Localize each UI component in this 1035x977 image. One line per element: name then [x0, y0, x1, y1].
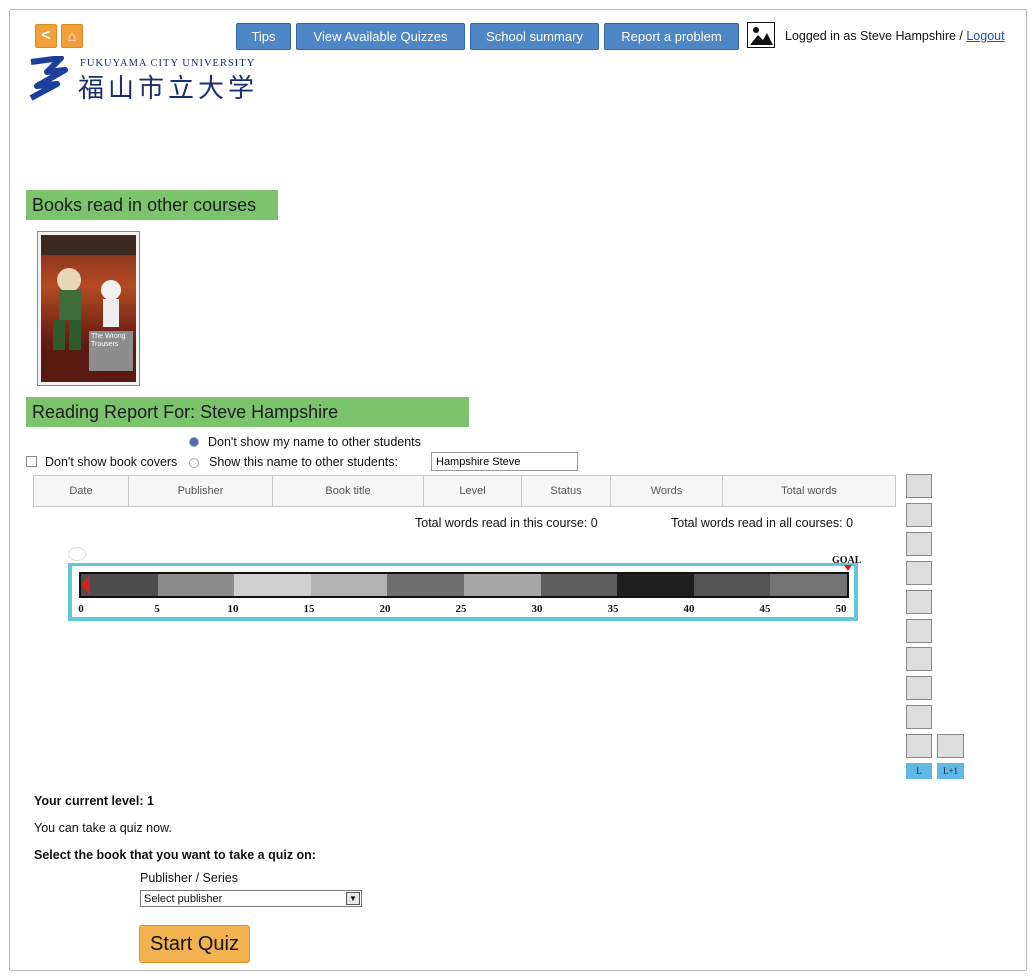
university-name-japanese: 福山市立大学 [78, 74, 259, 104]
select-book-prompt: Select the book that you want to take a … [34, 848, 316, 862]
progress-tick-label: 30 [531, 603, 543, 615]
show-name-label: Show this name to other students: [209, 455, 398, 469]
progress-tick-label: 15 [303, 603, 315, 615]
level-box[interactable] [906, 676, 932, 700]
home-icon: ⌂ [67, 28, 77, 44]
level-box[interactable] [906, 503, 932, 527]
level-box[interactable] [906, 734, 932, 758]
home-button[interactable]: ⌂ [61, 24, 83, 48]
progress-segment [617, 574, 694, 596]
total-words-course: Total words read in this course: 0 [415, 516, 598, 530]
level-box[interactable] [906, 705, 932, 729]
book-cover-image: The Wrong Trousers [41, 235, 136, 382]
progress-segment [387, 574, 464, 596]
hide-name-label: Don't show my name to other students [208, 435, 421, 449]
goal-marker-icon [844, 565, 852, 571]
tips-button[interactable]: Tips [236, 23, 291, 50]
progress-segment [234, 574, 311, 596]
dropdown-arrow-icon[interactable]: ▼ [346, 892, 360, 905]
publisher-select[interactable]: Select publisher ▼ [140, 890, 362, 907]
progress-segment [770, 574, 847, 596]
hide-covers-checkbox[interactable] [26, 456, 37, 467]
column-date[interactable]: Date [34, 476, 129, 506]
view-quizzes-button[interactable]: View Available Quizzes [296, 23, 465, 50]
current-position-marker-icon [81, 575, 90, 595]
user-avatar-icon [747, 22, 775, 48]
column-book-title[interactable]: Book title [273, 476, 424, 506]
progress-segment [693, 574, 771, 596]
progress-tick-label: 45 [759, 603, 771, 615]
progress-segment [310, 574, 388, 596]
hide-name-option[interactable]: Don't show my name to other students [189, 435, 421, 449]
logout-link[interactable]: Logout [966, 29, 1004, 43]
books-other-courses-heading: Books read in other courses [26, 190, 278, 220]
progress-segment [157, 574, 235, 596]
progress-tick-label: 50 [835, 603, 847, 615]
level-tag-next: L+1 [937, 763, 964, 779]
hide-covers-label: Don't show book covers [45, 455, 178, 469]
total-words-all: Total words read in all courses: 0 [671, 516, 854, 530]
progress-segment [463, 574, 541, 596]
level-tag-current: L [906, 763, 932, 779]
level-box[interactable] [906, 619, 932, 643]
book-cover[interactable]: The Wrong Trousers [37, 231, 140, 386]
level-box[interactable] [906, 590, 932, 614]
back-icon: < [41, 27, 51, 44]
progress-tick-label: 35 [607, 603, 619, 615]
progress-segment [540, 574, 618, 596]
university-logo-icon [27, 55, 69, 101]
hide-name-radio[interactable] [189, 437, 199, 447]
column-total-words[interactable]: Total words [723, 476, 895, 506]
current-level-text: Your current level: 1 [34, 794, 154, 808]
progress-tick-label: 5 [154, 603, 160, 615]
logged-in-text: Logged in as Steve Hampshire / [785, 29, 967, 43]
start-quiz-button[interactable]: Start Quiz [139, 925, 250, 963]
progress-tick-label: 40 [683, 603, 695, 615]
book-cover-title: The Wrong Trousers [91, 333, 126, 348]
progress-tick-label: 25 [455, 603, 467, 615]
level-box[interactable] [906, 647, 932, 671]
progress-segment [81, 574, 158, 596]
progress-start-marker [68, 547, 86, 561]
report-table-header: Date Publisher Book title Level Status W… [33, 475, 896, 507]
column-words[interactable]: Words [611, 476, 723, 506]
column-publisher[interactable]: Publisher [129, 476, 273, 506]
publisher-label: Publisher / Series [140, 871, 238, 885]
level-box-next[interactable] [937, 734, 964, 758]
level-box[interactable] [906, 561, 932, 585]
report-problem-button[interactable]: Report a problem [604, 23, 739, 50]
quiz-available-text: You can take a quiz now. [34, 821, 172, 835]
school-summary-button[interactable]: School summary [470, 23, 599, 50]
display-name-input[interactable] [431, 452, 578, 471]
column-level[interactable]: Level [424, 476, 522, 506]
back-button[interactable]: < [35, 24, 57, 48]
reading-report-heading: Reading Report For: Steve Hampshire [26, 397, 469, 427]
show-name-radio[interactable] [189, 458, 199, 468]
level-box[interactable] [906, 474, 932, 498]
progress-tick-label: 0 [78, 603, 84, 615]
level-box[interactable] [906, 532, 932, 556]
progress-tick-label: 10 [227, 603, 239, 615]
progress-tick-label: 20 [379, 603, 391, 615]
column-status[interactable]: Status [522, 476, 611, 506]
login-status: Logged in as Steve Hampshire / Logout [785, 29, 1005, 43]
publisher-select-value: Select publisher [144, 892, 223, 905]
progress-bar [79, 572, 849, 598]
